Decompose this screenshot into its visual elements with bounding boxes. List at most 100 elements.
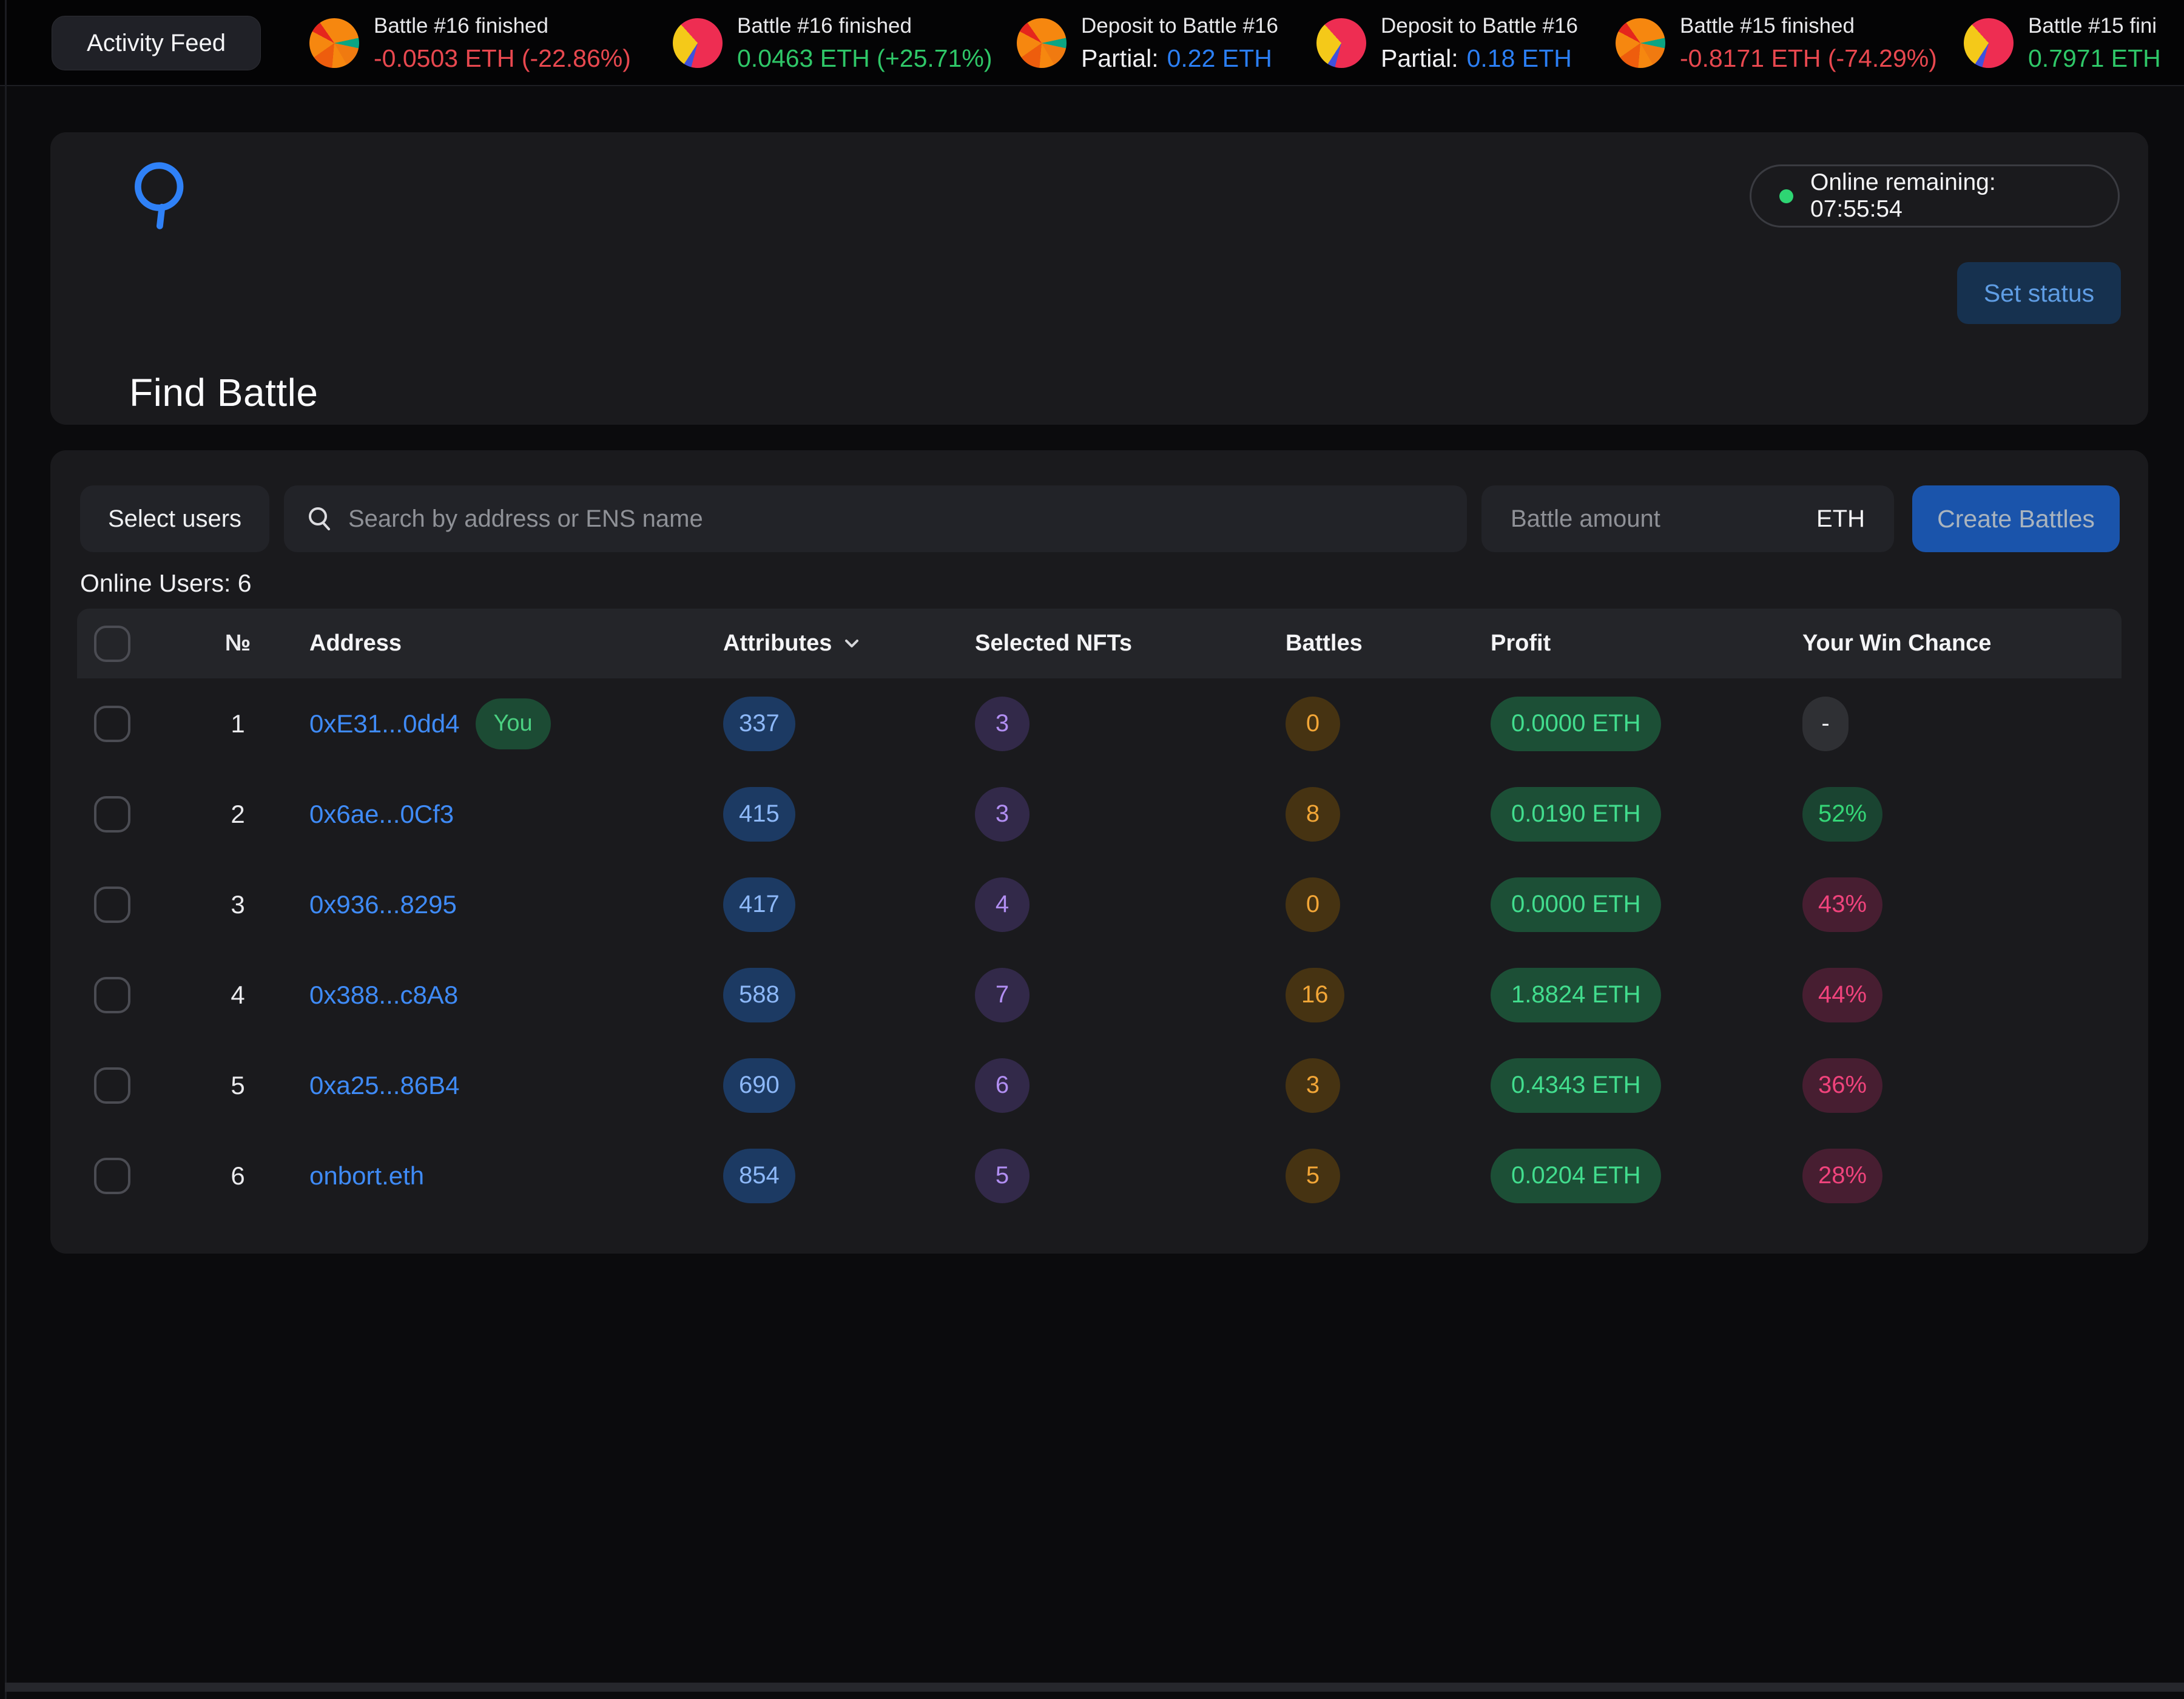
create-battles-button[interactable]: Create Battles <box>1912 485 2120 552</box>
battle-avatar-icon <box>309 18 359 68</box>
selected-nfts-pill: 3 <box>975 697 1030 751</box>
notification-value: 0.0463 ETH (+25.71%) <box>737 44 993 73</box>
search-icon <box>306 505 334 533</box>
activity-feed-bar: Activity Feed Battle #16 finished -0.050… <box>0 0 2184 86</box>
battle-avatar-icon <box>673 18 723 68</box>
win-chance-pill: 44% <box>1802 968 1882 1022</box>
online-remaining-badge: Online remaining: 07:55:54 <box>1750 164 2120 228</box>
win-chance-pill: 52% <box>1802 787 1882 842</box>
column-address: Address <box>277 630 723 657</box>
win-chance-pill: 36% <box>1802 1058 1882 1113</box>
address-link[interactable]: 0x936...8295 <box>309 890 457 919</box>
battle-amount-input[interactable] <box>1511 505 1804 533</box>
battles-pill: 3 <box>1286 1058 1340 1113</box>
battles-pill: 0 <box>1286 877 1340 932</box>
column-attributes-sort[interactable]: Attributes <box>723 630 861 657</box>
table-row: 1 0xE31...0dd4 You 337 3 0 0.0000 ETH - <box>77 678 2122 769</box>
notification-item[interactable]: Battle #15 fini 0.7971 ETH <box>1964 0 2161 86</box>
currency-suffix: ETH <box>1816 505 1865 533</box>
notification-prefix: Partial: <box>1081 44 1159 73</box>
notification-title: Deposit to Battle #16 <box>1381 14 1578 38</box>
row-number: 4 <box>198 981 277 1010</box>
chevron-down-icon <box>843 638 861 650</box>
battle-avatar-icon <box>1017 18 1067 68</box>
notification-item[interactable]: Battle #15 finished -0.8171 ETH (-74.29%… <box>1616 0 1937 86</box>
battle-amount-field[interactable]: ETH <box>1481 485 1894 552</box>
attributes-pill: 415 <box>723 787 795 842</box>
set-status-button[interactable]: Set status <box>1957 262 2121 324</box>
battle-avatar-icon <box>1964 18 2014 68</box>
column-battles: Battles <box>1286 630 1491 657</box>
table-row: 6 onbort.eth 854 5 5 0.0204 ETH 28% <box>77 1130 2122 1221</box>
select-users-button[interactable]: Select users <box>80 485 269 552</box>
selected-nfts-pill: 3 <box>975 787 1030 842</box>
find-battle-search-icon <box>126 159 198 232</box>
battles-pill: 0 <box>1286 697 1340 751</box>
profit-pill: 1.8824 ETH <box>1491 968 1661 1022</box>
online-users-count: Online Users: 6 <box>80 569 252 598</box>
win-chance-pill: - <box>1802 697 1849 751</box>
row-checkbox[interactable] <box>94 887 130 923</box>
online-remaining-text: Online remaining: 07:55:54 <box>1810 169 2090 223</box>
table-row: 2 0x6ae...0Cf3 415 3 8 0.0190 ETH 52% <box>77 769 2122 859</box>
you-badge: You <box>476 698 551 749</box>
notification-item[interactable]: Battle #16 finished -0.0503 ETH (-22.86%… <box>309 0 631 86</box>
find-battle-panel: Find Battle Set your status to "Online" … <box>50 132 2148 425</box>
notification-value: 0.7971 ETH <box>2028 44 2161 73</box>
attributes-pill: 588 <box>723 968 795 1022</box>
online-users-panel: Select users ETH Create Battles Online U… <box>50 450 2148 1254</box>
row-number: 1 <box>198 709 277 738</box>
battles-pill: 8 <box>1286 787 1340 842</box>
attributes-pill: 690 <box>723 1058 795 1113</box>
column-profit: Profit <box>1491 630 1802 657</box>
row-checkbox[interactable] <box>94 796 130 833</box>
row-checkbox[interactable] <box>94 1158 130 1194</box>
battles-pill: 5 <box>1286 1149 1340 1203</box>
notification-title: Deposit to Battle #16 <box>1081 14 1278 38</box>
attributes-pill: 337 <box>723 697 795 751</box>
address-link[interactable]: 0xa25...86B4 <box>309 1071 460 1100</box>
attributes-pill: 417 <box>723 877 795 932</box>
table-header-row: № Address Attributes Selected NFTs Battl… <box>77 609 2122 678</box>
select-all-checkbox[interactable] <box>94 626 130 662</box>
row-checkbox[interactable] <box>94 1067 130 1104</box>
table-row: 5 0xa25...86B4 690 6 3 0.4343 ETH 36% <box>77 1040 2122 1130</box>
profit-pill: 0.0204 ETH <box>1491 1149 1661 1203</box>
row-number: 3 <box>198 890 277 919</box>
row-checkbox[interactable] <box>94 706 130 742</box>
notification-value: 0.22 ETH <box>1167 44 1272 73</box>
notification-value: -0.8171 ETH (-74.29%) <box>1680 44 1937 73</box>
online-users-table: № Address Attributes Selected NFTs Battl… <box>77 609 2122 1221</box>
battle-avatar-icon <box>1616 18 1665 68</box>
win-chance-pill: 43% <box>1802 877 1882 932</box>
selected-nfts-pill: 7 <box>975 968 1030 1022</box>
notification-value: 0.18 ETH <box>1467 44 1572 73</box>
address-search-field[interactable] <box>284 485 1467 552</box>
selected-nfts-pill: 4 <box>975 877 1030 932</box>
address-link[interactable]: 0x6ae...0Cf3 <box>309 800 454 829</box>
notification-title: Battle #15 fini <box>2028 14 2161 38</box>
notification-item[interactable]: Battle #16 finished 0.0463 ETH (+25.71%) <box>673 0 993 86</box>
battle-avatar-icon <box>1316 18 1366 68</box>
win-chance-pill: 28% <box>1802 1149 1882 1203</box>
row-checkbox[interactable] <box>94 977 130 1013</box>
row-number: 2 <box>198 800 277 829</box>
notification-title: Battle #16 finished <box>374 14 631 38</box>
notification-item[interactable]: Deposit to Battle #16 Partial: 0.22 ETH <box>1017 0 1278 86</box>
activity-feed-button[interactable]: Activity Feed <box>52 16 261 70</box>
address-link[interactable]: 0xE31...0dd4 <box>309 709 460 738</box>
profit-pill: 0.0000 ETH <box>1491 697 1661 751</box>
search-input[interactable] <box>348 505 1445 533</box>
selected-nfts-pill: 5 <box>975 1149 1030 1203</box>
address-link[interactable]: onbort.eth <box>309 1161 424 1191</box>
notification-value: -0.0503 ETH (-22.86%) <box>374 44 631 73</box>
attributes-pill: 854 <box>723 1149 795 1203</box>
online-status-dot <box>1779 189 1793 203</box>
notification-item[interactable]: Deposit to Battle #16 Partial: 0.18 ETH <box>1316 0 1578 86</box>
row-number: 5 <box>198 1071 277 1100</box>
table-row: 3 0x936...8295 417 4 0 0.0000 ETH 43% <box>77 859 2122 950</box>
address-link[interactable]: 0x388...c8A8 <box>309 981 458 1010</box>
profit-pill: 0.4343 ETH <box>1491 1058 1661 1113</box>
notification-prefix: Partial: <box>1381 44 1458 73</box>
selected-nfts-pill: 6 <box>975 1058 1030 1113</box>
